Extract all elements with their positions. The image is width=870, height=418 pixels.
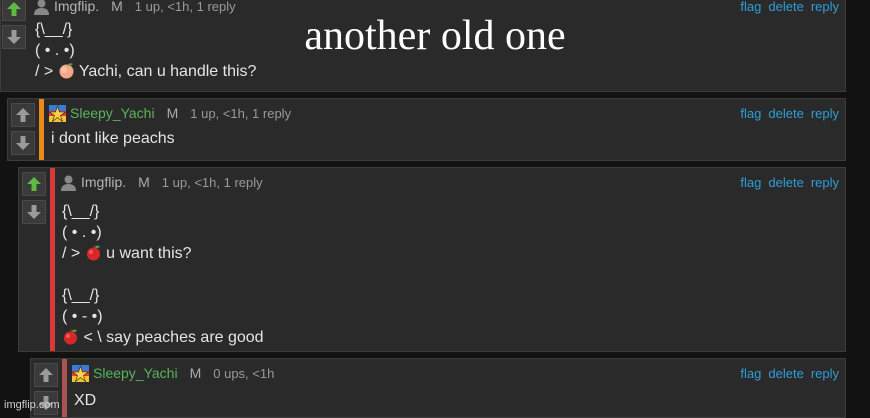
vote-column	[19, 168, 49, 351]
text-line: / > u want this?	[62, 244, 192, 262]
text-line: XD	[74, 392, 97, 409]
flag-link[interactable]: flag	[740, 175, 761, 190]
mod-badge: M	[189, 365, 202, 381]
text-line: ( • . •)	[62, 224, 102, 241]
mod-badge: M	[138, 174, 150, 190]
comment-3: Imgflip. M 1 up, <1h, 1 reply flag delete…	[18, 167, 846, 352]
arrow-up-icon	[39, 368, 53, 382]
text-line: i dont like peachs	[51, 130, 175, 147]
reply-link[interactable]: reply	[811, 366, 839, 381]
default-avatar-icon	[61, 175, 76, 191]
reply-link[interactable]: reply	[811, 175, 839, 190]
arrow-down-icon	[27, 205, 41, 219]
delete-link[interactable]: delete	[768, 175, 803, 190]
reply-depth-bar	[62, 359, 67, 417]
upvote-button[interactable]	[34, 363, 58, 387]
apple-emoji-icon	[86, 244, 100, 261]
user-avatar-icon	[49, 104, 66, 122]
comment-meta: Sleepy_Yachi M 0 ups, <1h flag delete repl…	[72, 362, 845, 384]
comment-meta: Imgflip. M 1 up, <1h, 1 reply flag delete…	[60, 171, 845, 193]
reply-depth-bar	[39, 99, 44, 160]
comment-4: Sleepy_Yachi M 0 ups, <1h flag delete repl…	[30, 358, 846, 418]
username[interactable]: Sleepy_Yachi	[70, 105, 155, 121]
comment-text: XD	[72, 390, 845, 411]
user-avatar-icon	[72, 364, 89, 382]
reply-link[interactable]: reply	[811, 106, 839, 121]
upvote-button[interactable]	[22, 172, 46, 196]
meme-caption: another old one	[304, 13, 566, 59]
username[interactable]: Imgflip.	[81, 174, 126, 190]
arrow-down-icon	[16, 136, 30, 150]
comment-2: Sleepy_Yachi M 1 up, <1h, 1 reply flag de…	[7, 98, 846, 161]
mod-badge: M	[166, 105, 179, 121]
upvote-button[interactable]	[11, 103, 35, 127]
reply-depth-bar	[50, 168, 55, 351]
comment-actions: flag delete reply	[733, 175, 845, 190]
text-line: / > Yachi, can u handle this?	[35, 63, 257, 80]
comment-meta: Sleepy_Yachi M 1 up, <1h, 1 reply flag de…	[49, 102, 845, 124]
comment-text: {\__/} ( • . •) / > u want this? {\__/} ( • …	[60, 201, 845, 348]
peach-emoji-icon	[59, 63, 74, 79]
text-line: {\__/}	[62, 287, 100, 304]
comment-actions: flag delete reply	[733, 366, 845, 381]
text-line: ( • - •)	[62, 308, 103, 325]
downvote-button[interactable]	[22, 200, 46, 224]
comment-stats: 1 up, <1h, 1 reply	[190, 105, 292, 121]
flag-link[interactable]: flag	[740, 366, 761, 381]
comment-text: i dont like peachs	[49, 128, 845, 149]
comment-stats: 1 up, <1h, 1 reply	[161, 174, 263, 190]
delete-link[interactable]: delete	[768, 366, 803, 381]
arrow-up-icon	[16, 108, 30, 122]
comment-actions: flag delete reply	[733, 106, 845, 121]
flag-link[interactable]: flag	[740, 106, 761, 121]
vote-column	[8, 99, 38, 160]
text-line: < \ say peaches are good	[62, 327, 845, 348]
apple-emoji-icon	[64, 328, 77, 345]
arrow-up-icon	[27, 177, 41, 191]
imgflip-watermark: imgflip.com	[4, 399, 60, 411]
text-line	[62, 264, 845, 285]
username[interactable]: Sleepy_Yachi	[93, 365, 178, 381]
text-line: {\__/}	[62, 203, 100, 220]
downvote-button[interactable]	[11, 131, 35, 155]
comment-stats: 0 ups, <1h	[213, 365, 275, 381]
delete-link[interactable]: delete	[768, 106, 803, 121]
